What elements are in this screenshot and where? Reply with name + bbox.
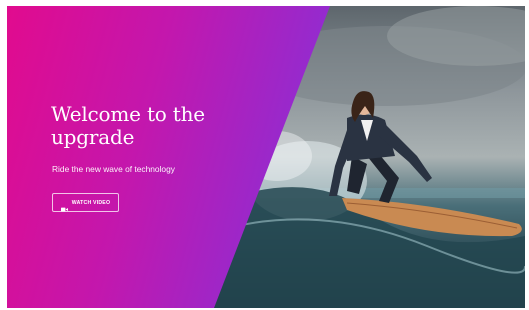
video-camera-icon [60, 200, 68, 212]
hero-subtitle: Ride the new wave of technology [52, 164, 175, 174]
watch-video-label: WATCH VIDEO [71, 199, 111, 206]
hero-banner: Welcome to the upgrade Ride the new wave… [7, 6, 525, 308]
hero-title: Welcome to the upgrade [51, 102, 205, 149]
watch-video-button[interactable]: WATCH VIDEO [52, 193, 119, 212]
